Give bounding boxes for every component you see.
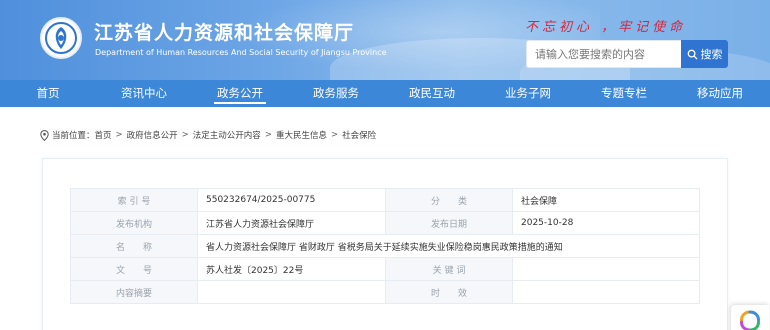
nav-item-interaction[interactable]: 政民互动 <box>384 80 480 107</box>
search-button[interactable]: 搜索 <box>681 40 728 68</box>
meta-value-doc-number: 苏人社发〔2025〕22号 <box>197 257 386 281</box>
search-icon <box>687 49 698 60</box>
nav-item-topics[interactable]: 专题专栏 <box>576 80 672 107</box>
table-row: 内容摘要 时 效 <box>70 280 700 304</box>
nav-item-mobile[interactable]: 移动应用 <box>672 80 768 107</box>
meta-value-publisher: 江苏省人力资源社会保障厅 <box>197 211 386 235</box>
nav-item-news[interactable]: 资讯中心 <box>96 80 192 107</box>
meta-label-category: 分 类 <box>385 188 513 212</box>
breadcrumb-link-home[interactable]: 首页 <box>95 129 112 141</box>
site-title[interactable]: 江苏省人力资源和社会保障厅 <box>94 18 354 45</box>
location-pin-icon <box>40 129 49 141</box>
meta-label-validity: 时 效 <box>385 280 513 304</box>
search-input[interactable] <box>526 40 681 68</box>
search-button-label: 搜索 <box>700 48 723 61</box>
nav-item-government-affairs[interactable]: 政务公开 <box>192 80 288 107</box>
document-meta-table: 索 引 号 550232674/2025-00775 分 类 社会保障 发布机构… <box>70 188 700 304</box>
breadcrumb-link-public-content[interactable]: 法定主动公开内容 <box>193 129 261 141</box>
breadcrumb-separator: > <box>181 130 189 140</box>
nav-item-subsites[interactable]: 业务子网 <box>480 80 576 107</box>
breadcrumb-separator: > <box>264 130 272 140</box>
emblem-icon[interactable] <box>40 17 82 59</box>
meta-label-date: 发布日期 <box>385 211 513 235</box>
site-subtitle: Department of Human Resources And Social… <box>95 48 387 57</box>
breadcrumb-prefix: 当前位置： <box>52 131 95 141</box>
meta-value-keywords <box>512 257 700 281</box>
table-row: 文 号 苏人社发〔2025〕22号 关 键 词 <box>70 257 700 281</box>
floating-app-widget[interactable] <box>731 305 769 330</box>
meta-label-publisher: 发布机构 <box>70 211 198 235</box>
breadcrumb-separator: > <box>115 130 123 140</box>
table-row: 发布机构 江苏省人力资源社会保障厅 发布日期 2025-10-28 <box>70 211 700 235</box>
nav-item-services[interactable]: 政务服务 <box>288 80 384 107</box>
meta-value-name: 省人力资源社会保障厅 省财政厅 省税务局关于延续实施失业保险稳岗惠民政策措施的通… <box>197 234 700 258</box>
breadcrumb-link-gov-info[interactable]: 政府信息公开 <box>127 129 178 141</box>
breadcrumb-link-livelihood[interactable]: 重大民生信息 <box>276 129 327 141</box>
meta-value-abstract <box>197 280 386 304</box>
breadcrumb-link-social-insurance[interactable]: 社会保险 <box>342 129 376 141</box>
app-logo-icon <box>740 310 760 330</box>
meta-label-abstract: 内容摘要 <box>70 280 198 304</box>
meta-value-validity <box>512 280 700 304</box>
meta-label-keywords: 关 键 词 <box>385 257 513 281</box>
meta-label-doc-number: 文 号 <box>70 257 198 281</box>
nav-item-home[interactable]: 首页 <box>0 80 96 107</box>
meta-value-date: 2025-10-28 <box>512 211 700 235</box>
meta-label-name: 名 称 <box>70 234 198 258</box>
meta-value-index: 550232674/2025-00775 <box>197 188 386 212</box>
breadcrumb: 当前位置： 首页 > 政府信息公开 > 法定主动公开内容 > 重大民生信息 > … <box>40 129 376 141</box>
site-header: 江苏省人力资源和社会保障厅 Department of Human Resour… <box>0 0 770 80</box>
breadcrumb-separator: > <box>330 130 339 140</box>
meta-value-category: 社会保障 <box>512 188 700 212</box>
meta-label-index: 索 引 号 <box>70 188 198 212</box>
table-row: 名 称 省人力资源社会保障厅 省财政厅 省税务局关于延续实施失业保险稳岗惠民政策… <box>70 234 700 258</box>
table-row: 索 引 号 550232674/2025-00775 分 类 社会保障 <box>70 188 700 212</box>
main-nav: 首页 资讯中心 政务公开 政务服务 政民互动 业务子网 专题专栏 移动应用 <box>0 80 770 107</box>
slogan: 不忘初心 ，牢记使命 <box>525 20 687 35</box>
